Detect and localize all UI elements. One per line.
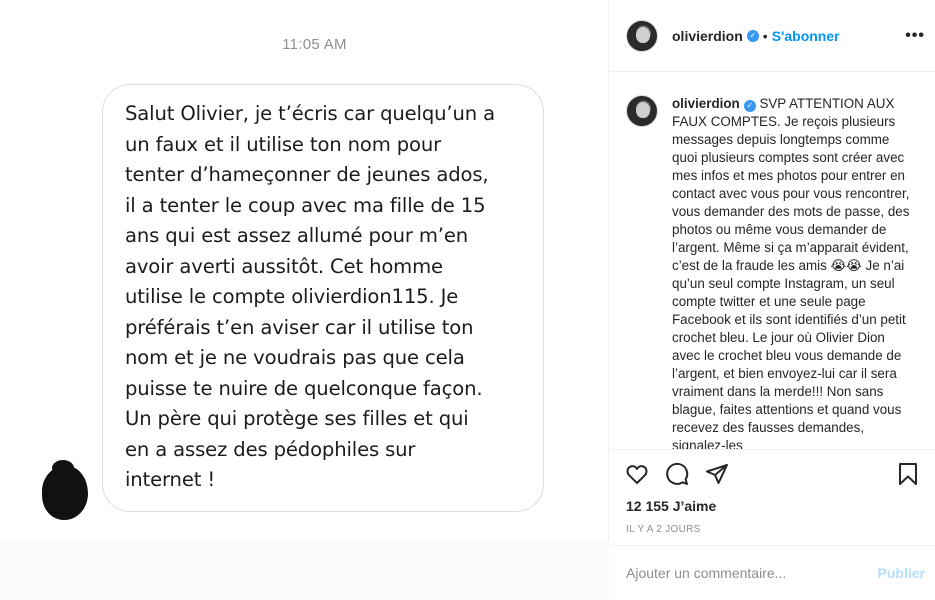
comment-icon[interactable] (664, 461, 690, 487)
caption-username[interactable]: olivierdion (672, 96, 740, 111)
verified-badge-icon: ✓ (746, 29, 759, 42)
comment-form: Publier (610, 545, 935, 600)
follow-button[interactable]: S'abonner (772, 28, 840, 44)
redacted-avatar (42, 460, 88, 520)
post-sidebar: olivierdion ✓ • S'abonner ••• olivierdio… (610, 0, 935, 600)
message-timestamp: 11:05 AM (282, 36, 347, 53)
comment-input[interactable] (626, 565, 878, 581)
heart-icon[interactable] (624, 461, 650, 487)
message-bubble: Salut Olivier, je t’écris car quelqu’un … (102, 84, 544, 512)
profile-avatar[interactable] (626, 19, 658, 52)
header-separator: • (762, 27, 768, 44)
comments-section[interactable]: olivierdion ✓ SVP ATTENTION AUX FAUX COMP… (610, 73, 935, 449)
message-text: Salut Olivier, je t’écris car quelqu’un … (125, 102, 495, 491)
post-time[interactable]: IL Y A 2 JOURS (610, 514, 935, 535)
bookmark-icon[interactable] (895, 461, 921, 487)
action-bar (610, 450, 935, 498)
screenshot-image: 11:05 AM Salut Olivier, je t’écris car q… (10, 0, 602, 540)
share-icon[interactable] (704, 461, 730, 487)
caption-text: SVP ATTENTION AUX FAUX COMPTES. Je reçoi… (672, 96, 910, 449)
actions-area: 12 155 J’aime IL Y A 2 JOURS (610, 449, 935, 535)
caption-verified-badge-icon: ✓ (743, 100, 756, 112)
image-bottom-strip (0, 540, 609, 600)
caption-avatar[interactable] (626, 95, 658, 127)
caption: olivierdion ✓ SVP ATTENTION AUX FAUX COMP… (672, 95, 912, 449)
post-comment-button[interactable]: Publier (878, 565, 925, 581)
more-options-icon[interactable]: ••• (905, 27, 925, 45)
post-header: olivierdion ✓ • S'abonner ••• (610, 0, 935, 72)
header-username[interactable]: olivierdion (672, 28, 743, 44)
post-image[interactable]: 11:05 AM Salut Olivier, je t’écris car q… (0, 0, 609, 600)
caption-row: olivierdion ✓ SVP ATTENTION AUX FAUX COMP… (626, 95, 919, 449)
likes-count[interactable]: 12 155 J’aime (610, 498, 935, 514)
